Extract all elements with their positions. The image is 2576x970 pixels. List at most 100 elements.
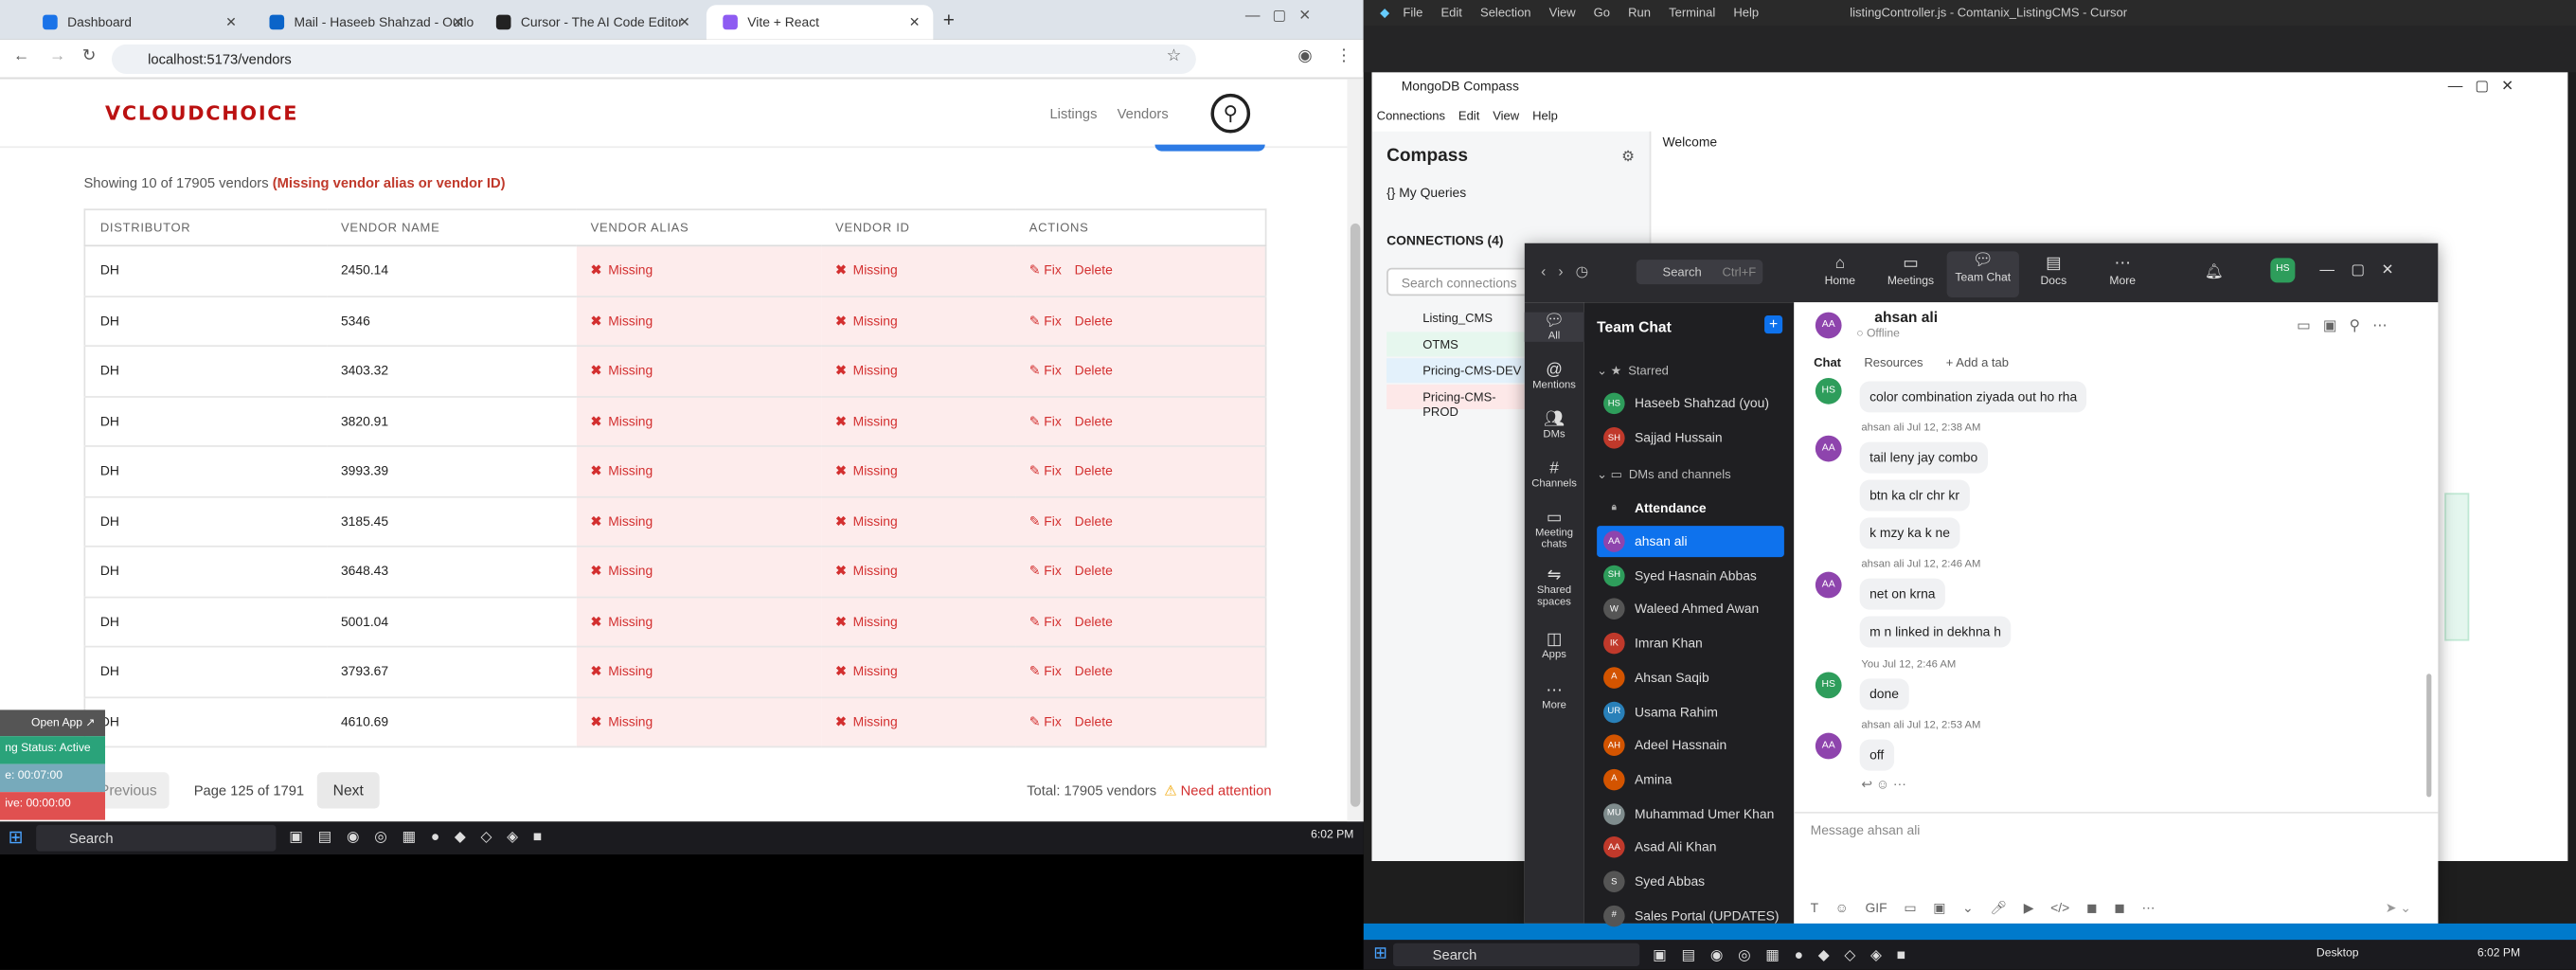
compass-menu-item[interactable]: Edit (1458, 108, 1479, 123)
new-tab-icon[interactable]: + (943, 9, 955, 31)
tab-mail[interactable]: Mail - Haseeb Shahzad - Outlo ✕ (253, 5, 476, 39)
cursor-menu-item[interactable]: Terminal (1669, 5, 1715, 20)
delete-button[interactable]: Delete (1075, 714, 1113, 729)
compass-menu-item[interactable]: View (1493, 108, 1519, 123)
chat-tab[interactable]: Resources (1864, 355, 1923, 370)
delete-button[interactable]: Delete (1075, 414, 1113, 429)
cursor-menu-item[interactable]: File (1403, 5, 1422, 20)
cursor-menu-item[interactable]: Run (1628, 5, 1651, 20)
delete-button[interactable]: Delete (1075, 614, 1113, 629)
delete-button[interactable]: Delete (1075, 664, 1113, 679)
compass-menu-item[interactable]: Help (1532, 108, 1558, 123)
taskbar-apps[interactable]: ▣▤◉◎▦●◆◇◈■ (1653, 946, 1921, 964)
taskbar-search[interactable]: Search (1393, 943, 1640, 967)
bookmark-star-icon[interactable]: ☆ (1167, 47, 1182, 65)
starred-item[interactable]: SH Sajjad Hussain (1597, 422, 1784, 454)
taskbar-apps[interactable]: ▣▤◉◎▦●◆◇◈■ (289, 828, 557, 846)
rail-item[interactable]: ▭ Meeting chats (1525, 510, 1583, 550)
zoom-window-controls[interactable]: — ▢ ✕ (2319, 261, 2393, 279)
contact-item[interactable]: # Sales Portal (UPDATES) (1597, 900, 1784, 931)
channel-attendance[interactable]: 🔒︎ Attendance (1597, 493, 1784, 524)
fix-button[interactable]: ✎ Fix (1029, 514, 1062, 530)
rail-item[interactable]: ◫ Apps (1525, 631, 1583, 660)
zoom-nav-docs[interactable]: ▤ Docs (2017, 255, 2089, 288)
contact-item[interactable]: AA ahsan ali (1597, 526, 1784, 558)
connection-listing-cms[interactable]: Listing_CMS (1386, 306, 1528, 331)
contact-item[interactable]: A Ahsan Saqib (1597, 662, 1784, 693)
cursor-menu-item[interactable]: Selection (1480, 5, 1531, 20)
cursor-menu-item[interactable]: View (1549, 5, 1576, 20)
fix-button[interactable]: ✎ Fix (1029, 414, 1062, 429)
close-icon[interactable]: ✕ (453, 15, 464, 30)
fix-button[interactable]: ✎ Fix (1029, 564, 1062, 579)
user-icon[interactable]: ⚲ (1210, 93, 1251, 134)
menu-icon[interactable]: ⋮ (1335, 47, 1351, 65)
windows-icon[interactable]: ⊞ (9, 827, 24, 848)
reload-icon[interactable]: ↻ (82, 47, 97, 65)
fix-button[interactable]: ✎ Fix (1029, 263, 1062, 278)
next-button[interactable]: Next (316, 772, 380, 809)
cursor-menu-item[interactable]: Go (1594, 5, 1610, 20)
back-icon[interactable]: ← (13, 47, 29, 65)
compose-toolbar[interactable]: T ☺ GIF ▭ ▣ ⌄ 🎤︎ ▶ </> ◼ ◼ ⋯ (1811, 901, 2156, 916)
compass-window-controls[interactable]: — ▢ ✕ (2448, 78, 2513, 96)
connection-pricing-prod[interactable]: Pricing-CMS-PROD (1386, 384, 1529, 419)
tab-cursor[interactable]: Cursor - The AI Code Editor ✕ (480, 5, 704, 39)
contact-item[interactable]: MU Muhammad Umer Khan (1597, 798, 1784, 829)
taskbar-search[interactable]: Search (36, 824, 277, 852)
message-input[interactable]: Message ahsan ali (1811, 823, 1921, 838)
zoom-nav-home[interactable]: ⌂ Home (1804, 255, 1876, 288)
zoom-nav-meetings[interactable]: ▭ Meetings (1874, 255, 1946, 288)
rail-item[interactable]: @ Mentions (1525, 362, 1583, 391)
zoom-search[interactable]: Search Ctrl+F (1636, 260, 1763, 285)
starred-item[interactable]: HS Haseeb Shahzad (you) (1597, 387, 1784, 419)
rail-item[interactable]: 👥︎ DMs (1525, 411, 1583, 440)
fix-button[interactable]: ✎ Fix (1029, 614, 1062, 629)
logo[interactable]: VCLOUDCHOICE (105, 102, 298, 125)
settings-icon[interactable]: ⚙ (1621, 148, 1635, 166)
fix-button[interactable]: ✎ Fix (1029, 464, 1062, 479)
nav-listings[interactable]: Listings (1049, 105, 1097, 121)
window-controls[interactable]: — ▢ ✕ (1245, 7, 1311, 25)
delete-button[interactable]: Delete (1075, 314, 1113, 329)
avatar[interactable]: HS (2270, 258, 2296, 283)
fix-button[interactable]: ✎ Fix (1029, 664, 1062, 679)
contact-item[interactable]: UR Usama Rahim (1597, 696, 1784, 728)
delete-button[interactable]: Delete (1075, 564, 1113, 579)
close-icon[interactable]: ✕ (225, 15, 237, 30)
open-app-button[interactable]: Open App ↗ (0, 710, 106, 737)
fix-button[interactable]: ✎ Fix (1029, 714, 1062, 729)
rail-item[interactable]: ⇋ Shared spaces (1525, 566, 1583, 607)
contact-item[interactable]: S Syed Abbas (1597, 866, 1784, 897)
send-icon[interactable]: ➤ ⌄ (2386, 901, 2411, 916)
scroll-thumb[interactable] (1350, 223, 1361, 807)
team-chat-title[interactable]: Team Chat (1597, 319, 1672, 335)
delete-button[interactable]: Delete (1075, 514, 1113, 530)
contact-item[interactable]: W Waleed Ahmed Awan (1597, 594, 1784, 625)
contact-item[interactable]: AA Asad Ali Khan (1597, 832, 1784, 863)
back-icon[interactable]: ‹ › ◷ (1541, 263, 1588, 281)
rail-item[interactable]: # Channels (1525, 460, 1583, 490)
rail-item[interactable]: ⋯ More (1525, 682, 1583, 711)
zoom-nav-more[interactable]: ⋯ More (2086, 255, 2158, 288)
close-icon[interactable]: ✕ (679, 15, 690, 30)
cursor-menu-item[interactable]: Help (1733, 5, 1759, 20)
fix-button[interactable]: ✎ Fix (1029, 364, 1062, 379)
contact-item[interactable]: AH Adeel Hassnain (1597, 730, 1784, 762)
chat-tab[interactable]: + Add a tab (1946, 355, 2009, 370)
contact-item[interactable]: SH Syed Hasnain Abbas (1597, 560, 1784, 591)
contact-item[interactable]: A Amina (1597, 763, 1784, 795)
rail-item[interactable]: 💬︎ All (1524, 312, 1584, 342)
starred-section[interactable]: ⌄ ★ Starred (1597, 355, 1784, 386)
profile-icon[interactable]: ◉ (1297, 47, 1312, 65)
tab-welcome[interactable]: Welcome (1663, 135, 1718, 150)
connection-otms[interactable]: OTMS (1386, 332, 1529, 357)
action-button-edge[interactable] (1154, 144, 1265, 152)
new-chat-icon[interactable]: + (1764, 315, 1783, 334)
connection-pricing-dev[interactable]: Pricing-CMS-DEV (1386, 358, 1529, 384)
notification-icon[interactable]: 🔔︎ (2205, 263, 2224, 281)
forward-icon[interactable]: → (49, 47, 65, 65)
close-icon[interactable]: ✕ (909, 15, 921, 30)
contact-item[interactable]: IK Imran Khan (1597, 628, 1784, 659)
delete-button[interactable]: Delete (1075, 464, 1113, 479)
